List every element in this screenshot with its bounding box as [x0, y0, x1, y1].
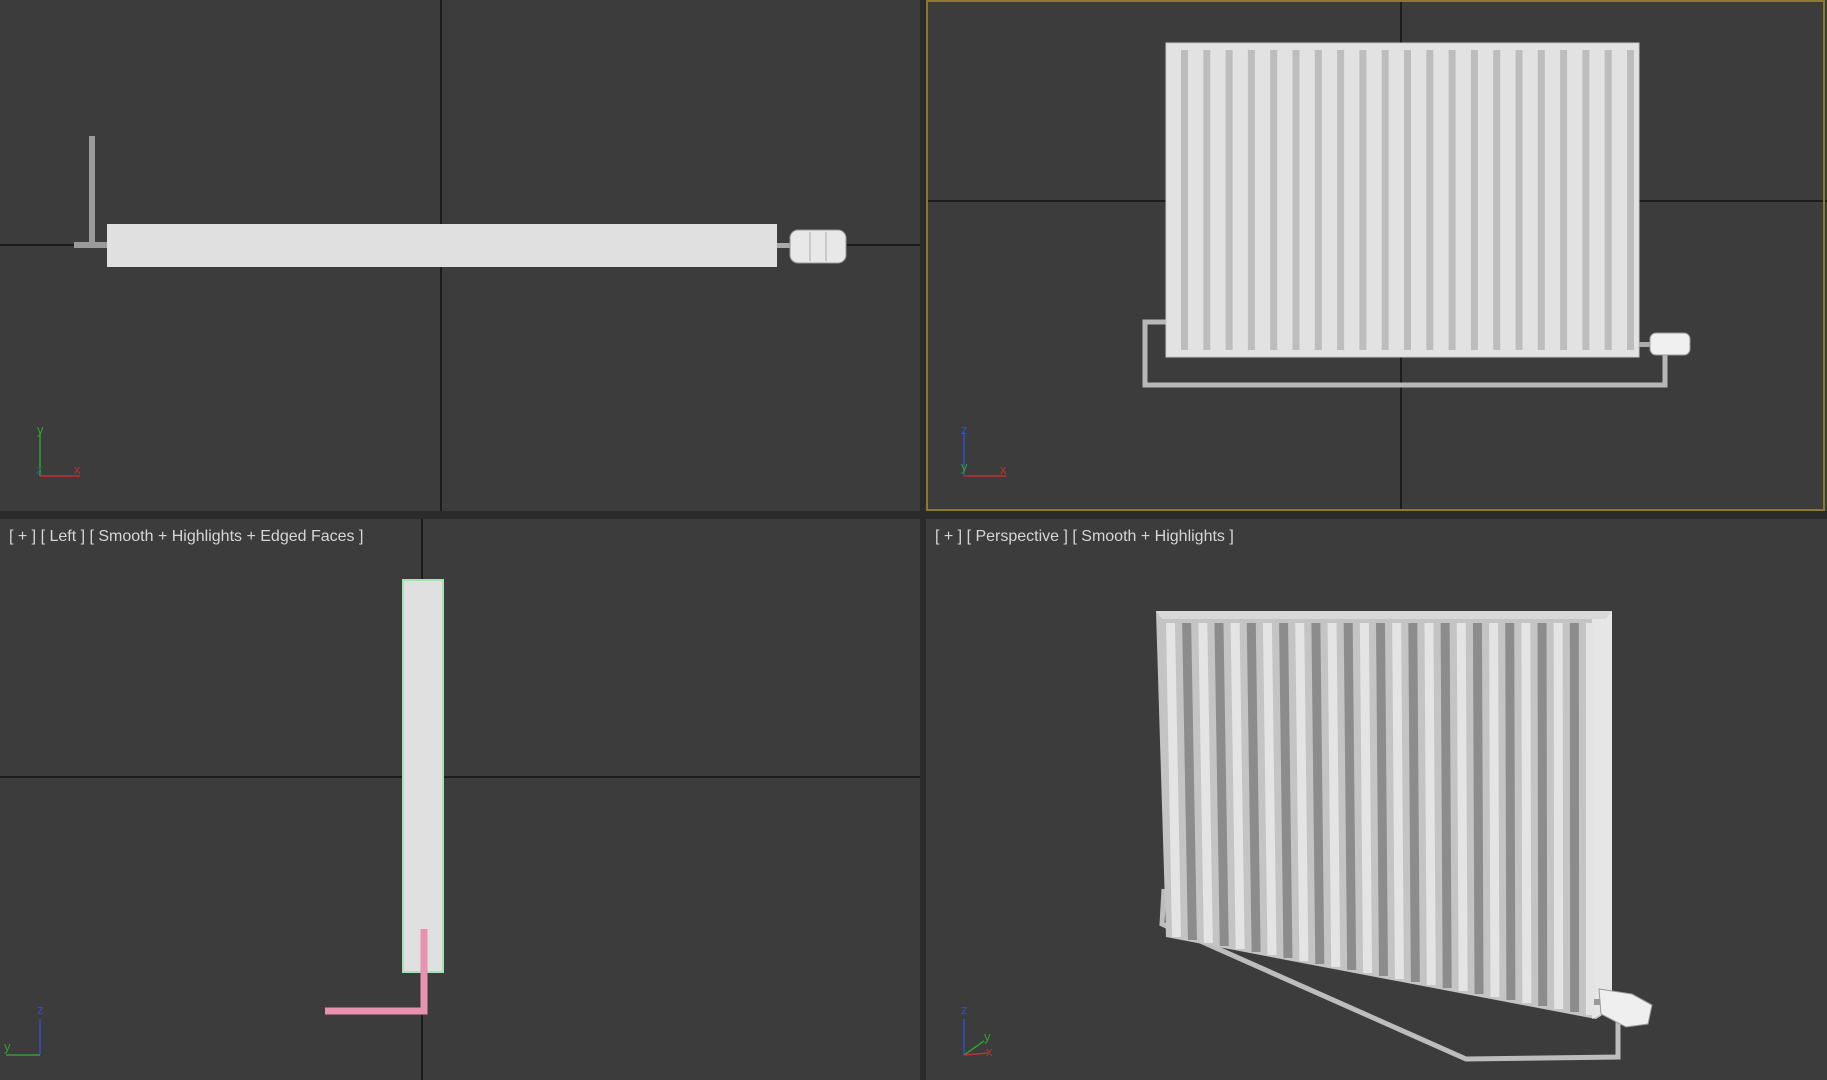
- front-scene: z y x: [926, 0, 1827, 511]
- radiator-fin: [1359, 50, 1367, 350]
- radiator-fin: [1505, 623, 1516, 1000]
- radiator-fin: [1569, 623, 1580, 1012]
- radiator-fin: [1292, 50, 1300, 350]
- radiator-fins: [1181, 50, 1634, 350]
- radiator-fin: [1586, 623, 1595, 1015]
- radiator-fin: [1381, 50, 1389, 350]
- radiator-fin: [1247, 50, 1255, 350]
- viewport-top[interactable]: y z x: [0, 0, 920, 511]
- radiator-fin: [1314, 50, 1322, 350]
- viewport-front[interactable]: z y x: [926, 0, 1827, 511]
- radiator-fin: [1426, 50, 1434, 350]
- radiator-fin: [1404, 50, 1411, 350]
- radiator-fin: [1521, 623, 1532, 1003]
- thermostatic-valve-head: [1598, 988, 1653, 1028]
- radiator-fin: [1493, 50, 1501, 350]
- radiator-fin: [1489, 623, 1500, 997]
- viewport-label-perspective[interactable]: [ + ] [ Perspective ] [ Smooth + Highlig…: [935, 528, 1234, 546]
- radiator-fin: [1472, 623, 1484, 994]
- svg-text:x: x: [74, 462, 81, 477]
- radiator-pipe-riser: [89, 136, 95, 248]
- thermostatic-valve-head: [1649, 332, 1691, 356]
- radiator-fin: [1203, 50, 1211, 350]
- radiator-fin: [1537, 50, 1545, 350]
- radiator-fin: [1537, 623, 1548, 1006]
- radiator-fin: [1582, 50, 1590, 350]
- svg-text:z: z: [36, 462, 43, 477]
- radiator-fin: [1627, 50, 1634, 350]
- svg-text:x: x: [1000, 462, 1007, 477]
- radiator-fin: [1515, 50, 1523, 350]
- radiator-body-side: [402, 579, 444, 973]
- valve-stem: [777, 243, 791, 248]
- radiator-fin: [1553, 623, 1564, 1009]
- svg-text:z: z: [961, 422, 968, 437]
- radiator-fin: [1560, 50, 1568, 350]
- radiator-fin: [1181, 50, 1188, 350]
- radiator-fin: [1448, 50, 1456, 350]
- svg-text:y: y: [961, 459, 968, 474]
- radiator-fin: [1337, 50, 1345, 350]
- svg-text:z: z: [961, 1002, 968, 1017]
- radiator-fin: [1470, 50, 1478, 350]
- radiator-top-face: [1156, 611, 1612, 619]
- axis-gizmo-top: y z x: [36, 422, 81, 477]
- radiator-fin: [1270, 50, 1278, 350]
- svg-text:x: x: [986, 1044, 993, 1059]
- thermostatic-valve-head: [789, 229, 847, 264]
- radiator-pipe-elbow: [74, 242, 110, 248]
- left-scene: z y: [0, 519, 920, 1080]
- viewport-perspective[interactable]: z y x [ + ] [ Perspective ] [ Smooth + H…: [926, 519, 1827, 1080]
- radiator-fin: [1456, 623, 1468, 991]
- svg-text:y: y: [37, 422, 44, 437]
- svg-text:y: y: [4, 1039, 11, 1054]
- top-scene: y z x: [0, 0, 920, 511]
- radiator-body-front: [1165, 42, 1640, 358]
- axis-gizmo-left: z y: [4, 1002, 44, 1056]
- axis-gizmo-front: z y x: [961, 422, 1007, 477]
- radiator-body-top: [107, 224, 777, 267]
- radiator-fin: [1604, 50, 1612, 350]
- axis-gizmo-perspective: z y x: [961, 1002, 993, 1059]
- radiator-fin: [1225, 50, 1233, 350]
- viewport-left[interactable]: z y [ + ] [ Left ] [ Smooth + Highlights…: [0, 519, 920, 1080]
- svg-text:z: z: [37, 1002, 44, 1017]
- viewport-label-left[interactable]: [ + ] [ Left ] [ Smooth + Highlights + E…: [9, 528, 363, 546]
- perspective-scene: z y x: [961, 611, 1653, 1062]
- svg-text:y: y: [984, 1029, 991, 1044]
